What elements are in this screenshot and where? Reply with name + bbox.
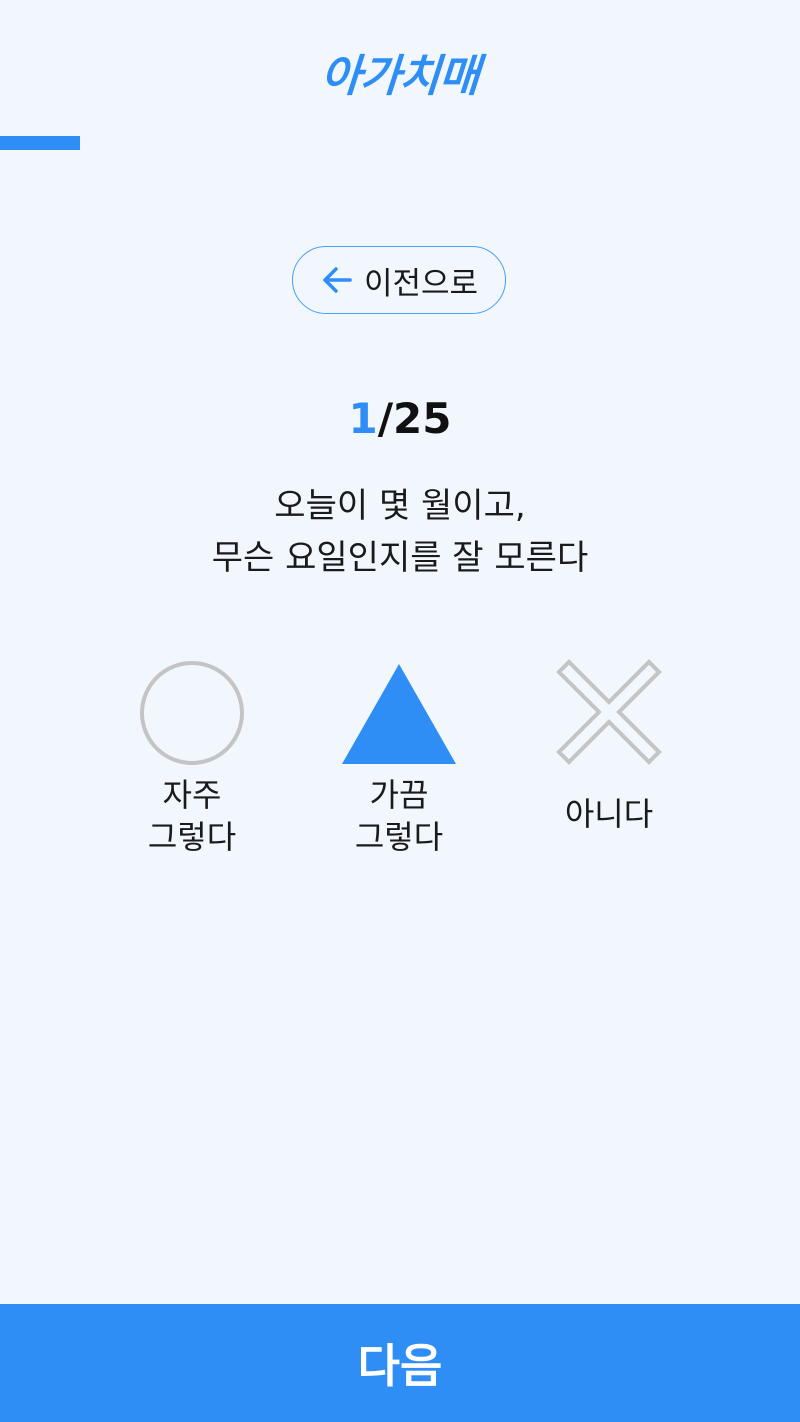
back-button[interactable]: 이전으로 (292, 246, 506, 314)
question-line-2: 무슨 요일인지를 잘 모른다 (211, 538, 589, 578)
option-no-label-line-1: 아니다 (564, 795, 654, 833)
app-logo: 아가치매 (318, 51, 481, 102)
option-sometimes-label: 가끔 그렇다 (299, 774, 499, 858)
option-no[interactable]: 아니다 (509, 659, 709, 835)
next-button[interactable]: 다음 (0, 1304, 800, 1422)
arrow-left-icon (320, 265, 354, 295)
option-often-label-line-2: 그렇다 (147, 818, 237, 856)
question-counter: 1/25 (0, 394, 800, 443)
next-button-label: 다음 (357, 1339, 443, 1393)
back-button-label: 이전으로 (363, 265, 479, 302)
circle-icon (92, 660, 292, 766)
option-no-label: 아니다 (509, 793, 709, 835)
question-line-1: 오늘이 몇 월이고, (274, 486, 526, 526)
option-sometimes[interactable]: 가끔 그렇다 (299, 660, 499, 858)
question-counter-total: /25 (377, 394, 452, 443)
option-sometimes-label-line-2: 그렇다 (354, 818, 444, 856)
progress-bar-fill (0, 136, 80, 150)
option-sometimes-label-line-1: 가끔 (369, 776, 429, 814)
progress-bar (0, 136, 800, 150)
option-often-label: 자주 그렇다 (92, 774, 292, 858)
question-counter-current: 1 (348, 394, 378, 443)
question-text: 오늘이 몇 월이고, 무슨 요일인지를 잘 모른다 (0, 480, 800, 584)
triangle-icon (299, 660, 499, 766)
x-icon (509, 659, 709, 766)
option-often[interactable]: 자주 그렇다 (92, 660, 292, 858)
option-often-label-line-1: 자주 (162, 776, 222, 814)
